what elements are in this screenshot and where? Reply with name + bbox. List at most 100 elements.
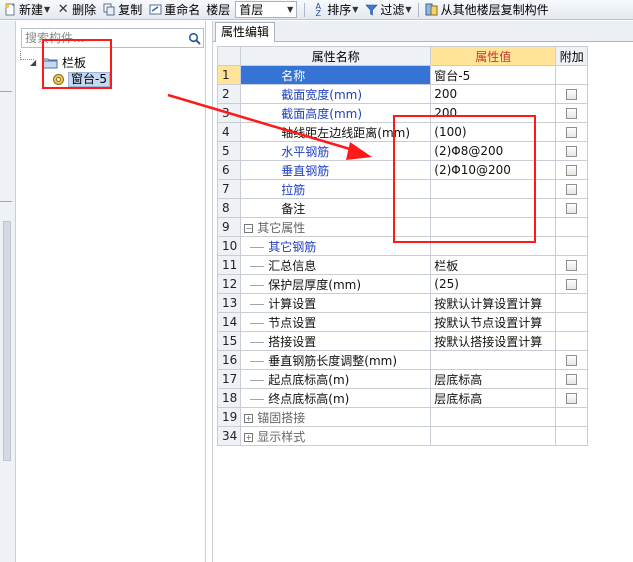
property-name-label: 垂直钢筋长度调整(mm) bbox=[268, 353, 398, 368]
extra-cell bbox=[555, 141, 589, 161]
extra-checkbox[interactable] bbox=[566, 203, 578, 214]
collapse-minus-icon[interactable]: − bbox=[244, 223, 254, 233]
sort-button[interactable]: AZ 排序 ▼ bbox=[308, 1, 361, 19]
property-name-cell[interactable]: 保护层厚度(mm) bbox=[240, 274, 432, 294]
copy-button[interactable]: 复制 bbox=[99, 1, 145, 19]
extra-checkbox[interactable] bbox=[566, 279, 578, 290]
floor-select-value: 首层 bbox=[239, 3, 264, 17]
row-number: 4 bbox=[216, 122, 242, 142]
table-row[interactable]: 2 截面宽度(mm) 200 bbox=[216, 84, 589, 104]
extra-cell bbox=[555, 236, 589, 256]
extra-cell bbox=[555, 407, 589, 427]
copy-floor-icon bbox=[425, 3, 439, 17]
table-row[interactable]: 14 节点设置 按默认节点设置计算 bbox=[216, 312, 589, 332]
extra-cell bbox=[555, 293, 589, 313]
property-name-cell[interactable]: + 显示样式 bbox=[240, 426, 432, 446]
property-name-label: 节点设置 bbox=[268, 315, 317, 330]
property-name-cell[interactable]: 终点底标高(m) bbox=[240, 388, 432, 408]
strip-scrollbar[interactable] bbox=[3, 221, 11, 461]
extra-checkbox[interactable] bbox=[566, 127, 578, 138]
strip-mark bbox=[0, 201, 12, 202]
property-name-cell[interactable]: 汇总信息 bbox=[240, 255, 432, 275]
table-row[interactable]: 17 起点底标高(m) 层底标高 bbox=[216, 369, 589, 389]
row-number: 15 bbox=[216, 331, 242, 351]
table-row[interactable]: 12 保护层厚度(mm) (25) bbox=[216, 274, 589, 294]
grid-header-value: 属性值 bbox=[430, 46, 557, 66]
grid-header-row: 属性名称 属性值 附加 bbox=[216, 46, 589, 66]
property-name-label: 保护层厚度(mm) bbox=[268, 277, 362, 292]
property-name-cell[interactable]: 起点底标高(m) bbox=[240, 369, 432, 389]
floor-label-text: 楼层 bbox=[203, 1, 233, 19]
row-number: 34 bbox=[216, 426, 242, 446]
property-name-label: 备注 bbox=[281, 201, 306, 216]
grid-header-num bbox=[216, 46, 242, 66]
extra-checkbox[interactable] bbox=[566, 108, 578, 119]
row-number: 5 bbox=[216, 141, 242, 161]
property-value-cell[interactable]: 层底标高 bbox=[430, 369, 557, 389]
table-row[interactable]: 15 搭接设置 按默认搭接设置计算 bbox=[216, 331, 589, 351]
property-value-cell[interactable] bbox=[430, 426, 557, 446]
table-row[interactable]: 13 计算设置 按默认计算设置计算 bbox=[216, 293, 589, 313]
row-number: 2 bbox=[216, 84, 242, 104]
floor-select[interactable]: 首层 ▼ bbox=[235, 1, 298, 18]
delete-button[interactable]: ✕ 删除 bbox=[53, 1, 99, 19]
table-row[interactable]: 19 + 锚固搭接 bbox=[216, 407, 589, 427]
tree-connector bbox=[20, 59, 34, 60]
new-button[interactable]: 新建 ▼ bbox=[0, 1, 53, 19]
extra-checkbox[interactable] bbox=[566, 146, 578, 157]
sort-caret-icon[interactable]: ▼ bbox=[352, 5, 358, 14]
table-row[interactable]: 34 + 显示样式 bbox=[216, 426, 589, 446]
property-name-label: 汇总信息 bbox=[268, 258, 317, 273]
property-name-cell[interactable]: 名称 bbox=[240, 65, 432, 85]
property-value-cell[interactable]: 200 bbox=[430, 84, 557, 104]
property-value-cell[interactable]: 层底标高 bbox=[430, 388, 557, 408]
extra-checkbox[interactable] bbox=[566, 355, 578, 366]
property-name-cell[interactable]: 计算设置 bbox=[240, 293, 432, 313]
copy-from-floor-button[interactable]: 从其他楼层复制构件 bbox=[422, 1, 552, 19]
property-value-cell[interactable]: (25) bbox=[430, 274, 557, 294]
property-name-label: 截面宽度(mm) bbox=[281, 87, 363, 102]
property-value-cell[interactable]: 按默认搭接设置计算 bbox=[430, 331, 557, 351]
row-number: 16 bbox=[216, 350, 242, 370]
property-value-cell[interactable]: 按默认计算设置计算 bbox=[430, 293, 557, 313]
property-name-label: 其它钢筋 bbox=[268, 239, 317, 254]
property-name-cell[interactable]: 垂直钢筋长度调整(mm) bbox=[240, 350, 432, 370]
annotation-box-values bbox=[393, 115, 536, 243]
table-row[interactable]: 1 名称 窗台-5 bbox=[216, 65, 589, 85]
extra-checkbox[interactable] bbox=[566, 89, 578, 100]
left-edge-strip bbox=[0, 21, 16, 562]
table-row[interactable]: 11 汇总信息 栏板 bbox=[216, 255, 589, 275]
extra-checkbox[interactable] bbox=[566, 260, 578, 271]
property-value-cell[interactable]: 窗台-5 bbox=[430, 65, 557, 85]
strip-mark bbox=[0, 91, 12, 92]
extra-checkbox[interactable] bbox=[566, 393, 578, 404]
grid-header-name: 属性名称 bbox=[240, 46, 432, 66]
extra-cell bbox=[555, 103, 589, 123]
property-value-cell[interactable] bbox=[430, 407, 557, 427]
rename-button[interactable]: 重命名 bbox=[145, 1, 203, 19]
filter-caret-icon[interactable]: ▼ bbox=[405, 5, 411, 14]
property-name-cell[interactable]: 搭接设置 bbox=[240, 331, 432, 351]
table-row[interactable]: 18 终点底标高(m) 层底标高 bbox=[216, 388, 589, 408]
extra-cell bbox=[555, 160, 589, 180]
property-name-cell[interactable]: 截面宽度(mm) bbox=[240, 84, 432, 104]
row-number: 9 bbox=[216, 217, 242, 237]
property-value-cell[interactable]: 按默认节点设置计算 bbox=[430, 312, 557, 332]
filter-button[interactable]: 过滤 ▼ bbox=[361, 1, 414, 19]
extra-checkbox[interactable] bbox=[566, 165, 578, 176]
delete-label: 删除 bbox=[72, 3, 97, 17]
rename-icon bbox=[148, 3, 162, 17]
search-icon[interactable] bbox=[185, 29, 203, 47]
extra-checkbox[interactable] bbox=[566, 374, 578, 385]
property-name-cell[interactable]: + 锚固搭接 bbox=[240, 407, 432, 427]
extra-checkbox[interactable] bbox=[566, 184, 578, 195]
new-caret-icon[interactable]: ▼ bbox=[44, 5, 50, 14]
table-row[interactable]: 16 垂直钢筋长度调整(mm) bbox=[216, 350, 589, 370]
property-value-cell[interactable] bbox=[430, 350, 557, 370]
property-name-cell[interactable]: 节点设置 bbox=[240, 312, 432, 332]
expand-plus-icon[interactable]: + bbox=[244, 413, 254, 423]
expand-plus-icon[interactable]: + bbox=[244, 432, 254, 442]
tab-property-edit[interactable]: 属性编辑 bbox=[215, 22, 276, 42]
tree-indent-line bbox=[250, 303, 265, 305]
property-value-cell[interactable]: 栏板 bbox=[430, 255, 557, 275]
